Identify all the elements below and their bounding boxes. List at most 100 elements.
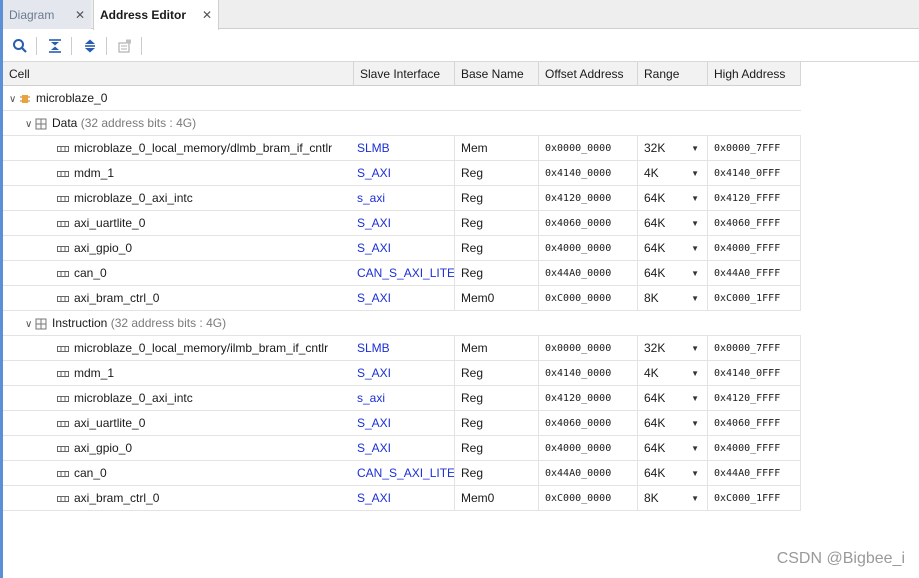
base-name: Reg: [455, 186, 539, 211]
dropdown-arrow-icon[interactable]: ▼: [691, 211, 699, 236]
table-header: Cell Slave Interface Base Name Offset Ad…: [3, 62, 801, 86]
range-value: 4K: [644, 166, 659, 180]
slave-interface: S_AXI: [354, 411, 455, 436]
table-row[interactable]: axi_bram_ctrl_0 S_AXI Mem0 0xC000_0000 8…: [3, 286, 801, 311]
dropdown-arrow-icon[interactable]: ▼: [691, 361, 699, 386]
range-select[interactable]: 64K ▼: [638, 436, 708, 461]
column-header-offset-address[interactable]: Offset Address: [539, 62, 638, 86]
range-select[interactable]: 64K ▼: [638, 186, 708, 211]
table-row[interactable]: microblaze_0_axi_intc s_axi Reg 0x4120_0…: [3, 386, 801, 411]
segment-icon: [57, 295, 69, 302]
table-row[interactable]: can_0 CAN_S_AXI_LITE Reg 0x44A0_0000 64K…: [3, 461, 801, 486]
offset-address[interactable]: 0x0000_0000: [539, 336, 638, 361]
column-header-cell[interactable]: Cell: [3, 62, 354, 86]
table-row[interactable]: mdm_1 S_AXI Reg 0x4140_0000 4K ▼ 0x4140_0…: [3, 361, 801, 386]
tab-diagram[interactable]: Diagram ✕: [3, 0, 91, 29]
offset-address[interactable]: 0x4060_0000: [539, 411, 638, 436]
slave-interface: s_axi: [354, 186, 455, 211]
search-button[interactable]: [9, 35, 31, 57]
high-address: 0x4000_FFFF: [708, 236, 801, 261]
chevron-down-icon[interactable]: ∨: [9, 87, 19, 111]
dropdown-arrow-icon[interactable]: ▼: [691, 236, 699, 261]
chevron-down-icon[interactable]: ∨: [25, 112, 35, 136]
dropdown-arrow-icon[interactable]: ▼: [691, 436, 699, 461]
tree-row-root[interactable]: ∨ microblaze_0: [3, 86, 801, 111]
collapse-all-button[interactable]: [44, 35, 66, 57]
table-row[interactable]: axi_uartlite_0 S_AXI Reg 0x4060_0000 64K…: [3, 411, 801, 436]
range-select[interactable]: 32K ▼: [638, 336, 708, 361]
column-header-slave-interface[interactable]: Slave Interface: [354, 62, 455, 86]
offset-address[interactable]: 0xC000_0000: [539, 486, 638, 511]
range-select[interactable]: 64K ▼: [638, 411, 708, 436]
offset-address[interactable]: 0x4140_0000: [539, 161, 638, 186]
base-name: Reg: [455, 236, 539, 261]
dropdown-arrow-icon[interactable]: ▼: [691, 261, 699, 286]
offset-address[interactable]: 0x4000_0000: [539, 436, 638, 461]
dropdown-arrow-icon[interactable]: ▼: [691, 461, 699, 486]
table-row[interactable]: axi_gpio_0 S_AXI Reg 0x4000_0000 64K ▼ 0x…: [3, 436, 801, 461]
tree-row-group[interactable]: ∨ Data (32 address bits : 4G): [3, 111, 801, 136]
dropdown-arrow-icon[interactable]: ▼: [691, 336, 699, 361]
base-name: Mem: [455, 136, 539, 161]
range-select[interactable]: 64K ▼: [638, 386, 708, 411]
offset-address[interactable]: 0x4000_0000: [539, 236, 638, 261]
segment-icon: [57, 420, 69, 427]
offset-address[interactable]: 0x4120_0000: [539, 186, 638, 211]
table-row[interactable]: mdm_1 S_AXI Reg 0x4140_0000 4K ▼ 0x4140_0…: [3, 161, 801, 186]
dropdown-arrow-icon[interactable]: ▼: [691, 286, 699, 311]
range-select[interactable]: 4K ▼: [638, 361, 708, 386]
high-address: 0x0000_7FFF: [708, 336, 801, 361]
close-icon[interactable]: ✕: [202, 8, 212, 22]
dropdown-arrow-icon[interactable]: ▼: [691, 136, 699, 161]
range-select[interactable]: 64K ▼: [638, 211, 708, 236]
table-row[interactable]: axi_uartlite_0 S_AXI Reg 0x4060_0000 64K…: [3, 211, 801, 236]
range-select[interactable]: 64K ▼: [638, 236, 708, 261]
range-select[interactable]: 8K ▼: [638, 286, 708, 311]
table-row[interactable]: axi_bram_ctrl_0 S_AXI Mem0 0xC000_0000 8…: [3, 486, 801, 511]
dropdown-arrow-icon[interactable]: ▼: [691, 411, 699, 436]
expand-all-button[interactable]: [79, 35, 101, 57]
offset-address[interactable]: 0x4120_0000: [539, 386, 638, 411]
offset-address[interactable]: 0x0000_0000: [539, 136, 638, 161]
range-value: 64K: [644, 191, 666, 205]
range-select[interactable]: 64K ▼: [638, 461, 708, 486]
offset-address[interactable]: 0x4140_0000: [539, 361, 638, 386]
dropdown-arrow-icon[interactable]: ▼: [691, 161, 699, 186]
auto-assign-button[interactable]: [114, 35, 136, 57]
table-row[interactable]: microblaze_0_local_memory/ilmb_bram_if_c…: [3, 336, 801, 361]
offset-address[interactable]: 0xC000_0000: [539, 286, 638, 311]
slave-interface: CAN_S_AXI_LITE: [354, 261, 455, 286]
base-name: Reg: [455, 211, 539, 236]
slave-interface: S_AXI: [354, 486, 455, 511]
cell-name: axi_uartlite_0: [74, 416, 146, 430]
column-header-range[interactable]: Range: [638, 62, 708, 86]
offset-address[interactable]: 0x4060_0000: [539, 211, 638, 236]
chevron-down-icon[interactable]: ∨: [25, 312, 35, 336]
range-select[interactable]: 64K ▼: [638, 261, 708, 286]
column-header-base-name[interactable]: Base Name: [455, 62, 539, 86]
close-icon[interactable]: ✕: [75, 8, 85, 22]
offset-address[interactable]: 0x44A0_0000: [539, 261, 638, 286]
table-row[interactable]: microblaze_0_axi_intc s_axi Reg 0x4120_0…: [3, 186, 801, 211]
dropdown-arrow-icon[interactable]: ▼: [691, 386, 699, 411]
base-name: Mem: [455, 336, 539, 361]
dropdown-arrow-icon[interactable]: ▼: [691, 186, 699, 211]
tree-row-group[interactable]: ∨ Instruction (32 address bits : 4G): [3, 311, 801, 336]
range-select[interactable]: 4K ▼: [638, 161, 708, 186]
range-select[interactable]: 8K ▼: [638, 486, 708, 511]
table-row[interactable]: microblaze_0_local_memory/dlmb_bram_if_c…: [3, 136, 801, 161]
column-header-high-address[interactable]: High Address: [708, 62, 801, 86]
tab-address-editor[interactable]: Address Editor ✕: [93, 0, 219, 30]
high-address: 0x4120_FFFF: [708, 386, 801, 411]
base-name: Reg: [455, 411, 539, 436]
dropdown-arrow-icon[interactable]: ▼: [691, 486, 699, 511]
table-row[interactable]: can_0 CAN_S_AXI_LITE Reg 0x44A0_0000 64K…: [3, 261, 801, 286]
range-value: 8K: [644, 291, 659, 305]
high-address: 0x4140_0FFF: [708, 161, 801, 186]
slave-interface: s_axi: [354, 386, 455, 411]
table-row[interactable]: axi_gpio_0 S_AXI Reg 0x4000_0000 64K ▼ 0x…: [3, 236, 801, 261]
segment-icon: [57, 395, 69, 402]
range-value: 64K: [644, 416, 666, 430]
range-select[interactable]: 32K ▼: [638, 136, 708, 161]
offset-address[interactable]: 0x44A0_0000: [539, 461, 638, 486]
